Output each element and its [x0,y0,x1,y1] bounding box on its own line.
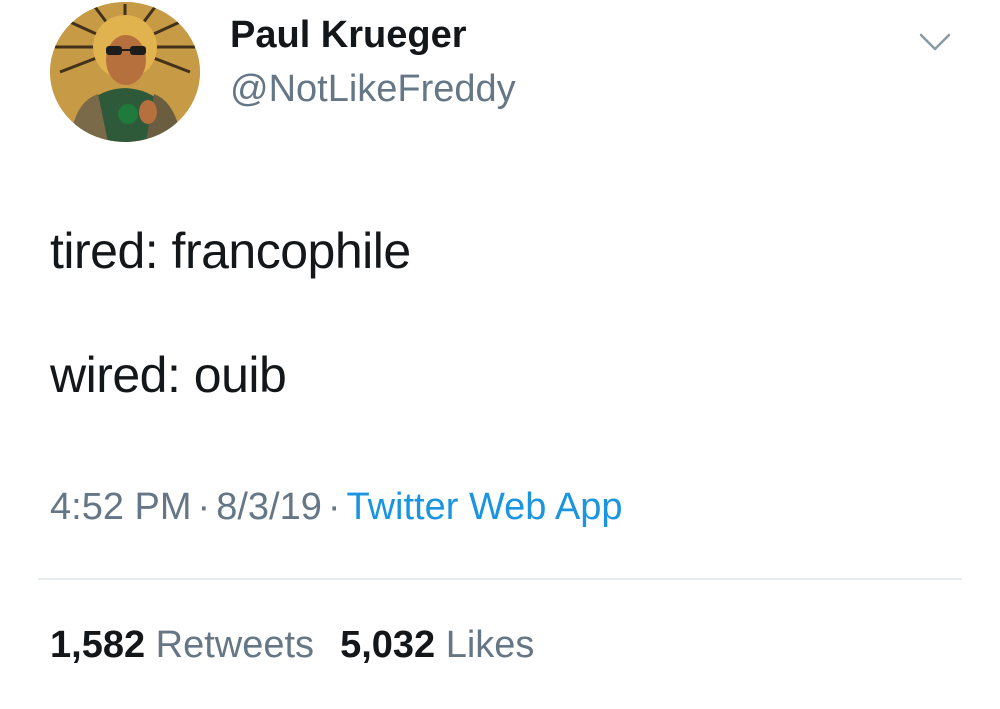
chevron-down-icon[interactable] [917,30,953,54]
avatar-image [50,2,200,142]
tweet-meta: 4:52 PM · 8/3/19 · Twitter Web App [50,486,622,529]
retweets-label: Retweets [155,624,315,666]
user-handle[interactable]: @NotLikeFreddy [230,68,516,111]
tweet-text-line: tired: francophile [50,223,411,279]
tweet-text-line: wired: ouib [50,347,287,403]
avatar[interactable] [50,2,200,142]
meta-separator: · [197,486,211,528]
tweet-source-link[interactable]: Twitter Web App [347,486,623,528]
retweets-stat[interactable]: 1,582 Retweets [50,624,314,666]
likes-label: Likes [445,624,535,666]
tweet-stats: 1,582 Retweets 5,032 Likes [50,624,534,667]
likes-count: 5,032 [340,624,436,666]
tweet-date[interactable]: 8/3/19 [216,486,322,528]
display-name[interactable]: Paul Krueger [230,14,467,57]
tweet-card: Paul Krueger @NotLikeFreddy tired: franc… [0,0,1000,709]
tweet-time[interactable]: 4:52 PM [50,486,192,528]
divider [38,578,962,580]
meta-separator: · [327,486,341,528]
likes-stat[interactable]: 5,032 Likes [340,624,534,666]
retweets-count: 1,582 [50,624,146,666]
